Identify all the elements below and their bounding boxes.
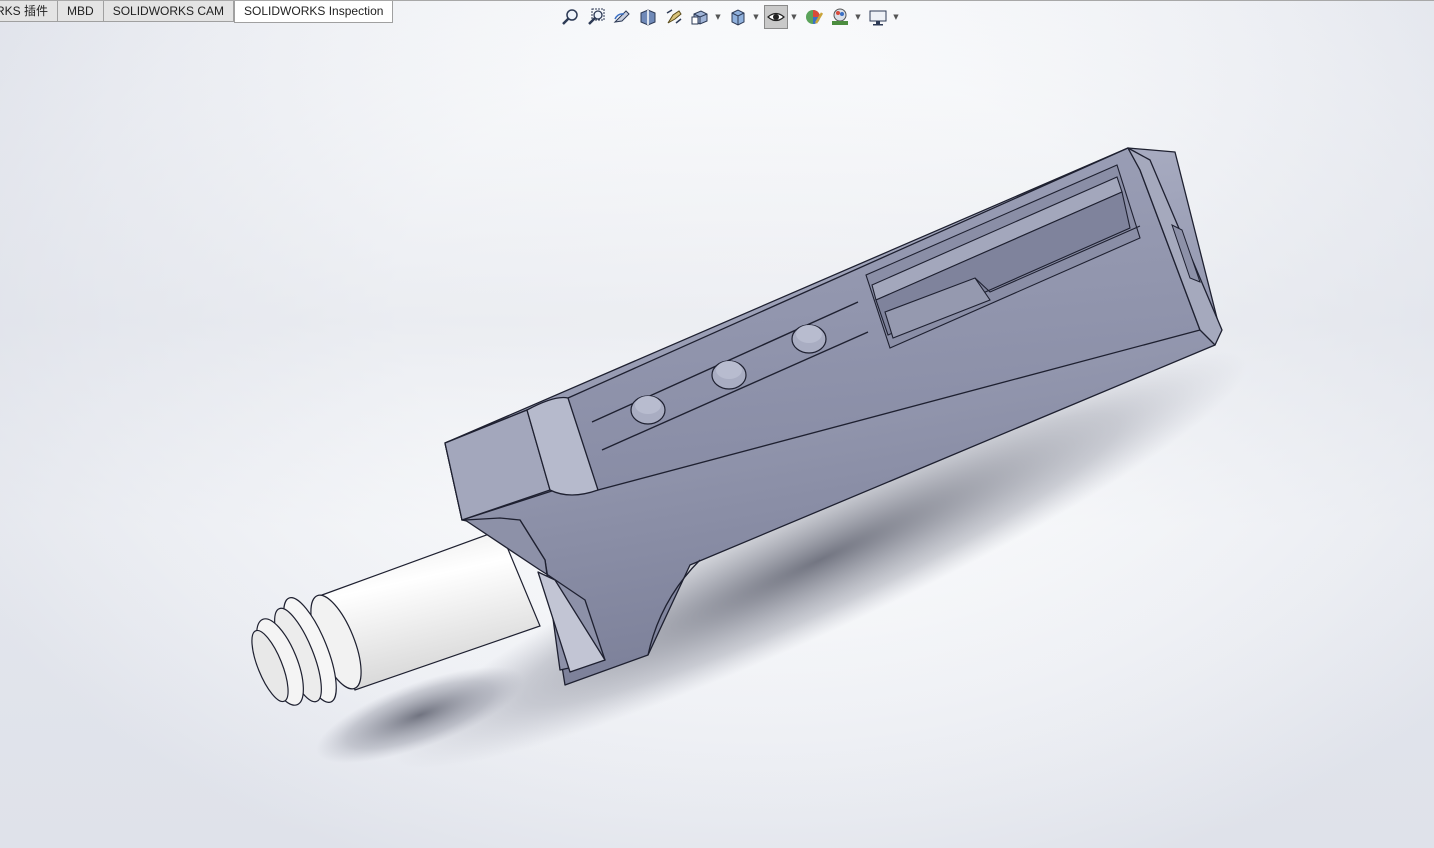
solidworks-window: RKS 插件 MBD SOLIDWORKS CAM SOLIDWORKS Ins… <box>0 0 1434 848</box>
graphics-area[interactable] <box>0 0 1434 848</box>
